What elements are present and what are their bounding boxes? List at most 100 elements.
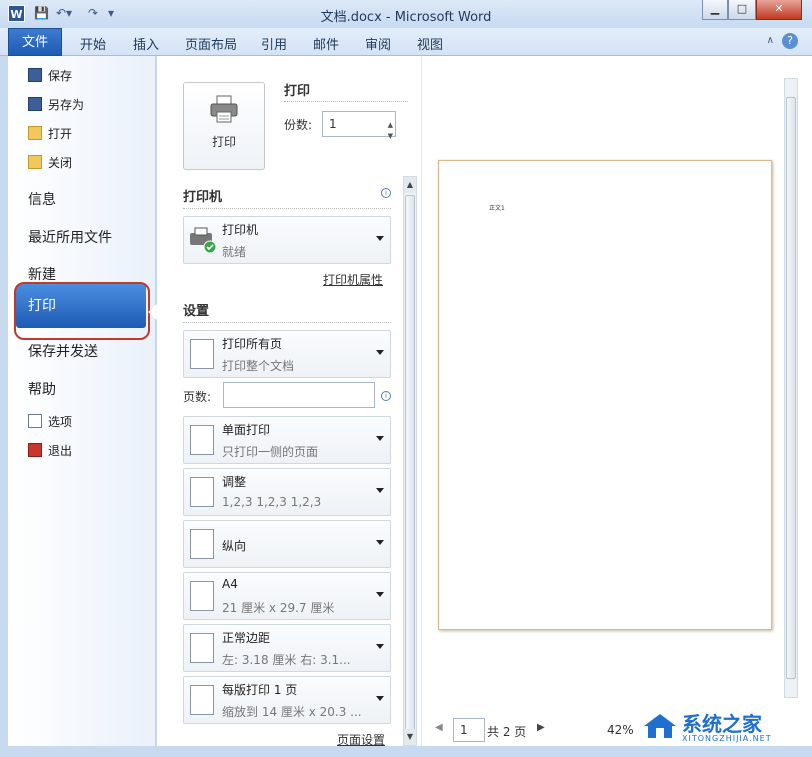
total-pages: 共 2 页 [487, 725, 527, 739]
ribbon-tabs: 文件 开始 插入 页面布局 引用 邮件 审阅 视图 ∧ ? [0, 28, 812, 56]
nav-save-send[interactable]: 保存并发送 [28, 341, 98, 361]
orientation-dropdown[interactable]: 纵向 [183, 520, 391, 568]
scroll-thumb[interactable] [786, 97, 796, 679]
printer-properties-link[interactable]: 打印机属性 [323, 271, 383, 288]
collate-dropdown[interactable]: 调整 1,2,3 1,2,3 1,2,3 [183, 468, 391, 516]
spin-down-icon[interactable]: ▼ [388, 124, 393, 148]
zoom-level: 42% [607, 723, 634, 737]
nav-label: 另存为 [48, 98, 85, 112]
print-section-title: 打印 [284, 84, 311, 99]
options-icon [28, 414, 42, 428]
chevron-down-icon [376, 592, 384, 597]
tab-file[interactable]: 文件 [8, 28, 62, 56]
nav-open[interactable]: 打开 [28, 124, 72, 144]
nav-info[interactable]: 信息 [28, 189, 56, 209]
pages-input[interactable] [223, 382, 375, 408]
setting-sub: 21 厘米 x 29.7 厘米 [222, 601, 335, 615]
setting-sub: 打印整个文档 [222, 359, 295, 373]
exit-icon [28, 443, 42, 457]
setting-title: A4 [222, 577, 238, 591]
preview-scrollbar[interactable] [784, 78, 798, 698]
site-watermark: 系统之家 XITONGZHIJIA.NET [636, 704, 812, 752]
setting-title: 打印所有页 [222, 337, 283, 351]
page-setup-link[interactable]: 页面设置 [337, 731, 385, 748]
portrait-icon [190, 529, 214, 559]
setting-title: 正常边距 [222, 631, 271, 645]
scroll-thumb[interactable] [405, 195, 415, 735]
chevron-down-icon [376, 350, 384, 355]
printer-dropdown[interactable]: 打印机 就绪 [183, 216, 391, 264]
chevron-down-icon [376, 236, 384, 241]
setting-title: 每版打印 1 页 [222, 683, 298, 697]
setting-sub: 左: 3.18 厘米 右: 3.1... [222, 653, 351, 667]
pages-per-sheet-dropdown[interactable]: 每版打印 1 页 缩放到 14 厘米 x 20.3 ... [183, 676, 391, 724]
print-button-label: 打印 [211, 135, 236, 149]
nav-label: 保存 [48, 69, 73, 83]
current-page-input[interactable]: 1 [453, 718, 485, 742]
maximize-icon[interactable]: □ [728, 0, 756, 20]
divider [183, 322, 391, 323]
tab-insert[interactable]: 插入 [133, 34, 159, 53]
ribbon-collapse-icon[interactable]: ∧ [767, 35, 774, 46]
settings-scrollbar[interactable]: ▲ ▼ [403, 176, 417, 746]
pages-icon [190, 339, 214, 369]
sides-dropdown[interactable]: 单面打印 只打印一侧的页面 [183, 416, 391, 464]
setting-title: 单面打印 [222, 423, 271, 437]
nav-options[interactable]: 选项 [28, 412, 72, 432]
backstage-nav: 保存 另存为 打开 关闭 信息 最近所用文件 新建 打印 保存并发送 帮助 选项… [8, 56, 156, 746]
divider [284, 101, 408, 102]
margins-dropdown[interactable]: 正常边距 左: 3.18 厘米 右: 3.1... [183, 624, 391, 672]
paper-size-dropdown[interactable]: A4 21 厘米 x 29.7 厘米 [183, 572, 391, 620]
nav-exit[interactable]: 退出 [28, 441, 72, 461]
copies-label: 份数: [284, 118, 313, 132]
title-bar: W 💾 ↶▾ ↷ ▾ 文档.docx - Microsoft Word ▁ □ … [0, 0, 812, 28]
printer-status: 就绪 [222, 245, 247, 259]
nav-label: 选项 [48, 415, 73, 429]
scroll-down-icon[interactable]: ▼ [404, 729, 416, 745]
minimize-icon[interactable]: ▁ [702, 0, 728, 20]
nav-help[interactable]: 帮助 [28, 379, 56, 399]
margins-icon [190, 633, 214, 663]
pages-per-sheet-icon [190, 685, 214, 715]
close-icon[interactable]: ✕ [756, 0, 802, 20]
nav-new[interactable]: 新建 [28, 264, 56, 284]
printer-name: 打印机 [222, 223, 259, 237]
setting-title: 纵向 [222, 539, 247, 553]
selected-pointer [148, 304, 157, 320]
tab-page-layout[interactable]: 页面布局 [185, 34, 237, 53]
tab-view[interactable]: 视图 [417, 34, 443, 53]
house-logo-icon [644, 714, 676, 738]
print-button[interactable]: 打印 [183, 82, 265, 170]
info-icon[interactable]: i [381, 391, 391, 401]
settings-section-title: 设置 [183, 304, 210, 319]
scroll-up-icon[interactable]: ▲ [404, 177, 416, 193]
nav-close[interactable]: 关闭 [28, 153, 72, 173]
next-page-icon[interactable]: ▶ [537, 722, 545, 733]
printer-icon [210, 95, 238, 123]
tab-references[interactable]: 引用 [261, 34, 287, 53]
copies-value: 1 [329, 117, 337, 131]
setting-sub: 1,2,3 1,2,3 1,2,3 [222, 495, 322, 509]
folder-open-icon [28, 126, 42, 140]
folder-close-icon [28, 155, 42, 169]
tab-review[interactable]: 审阅 [365, 34, 391, 53]
tab-mailings[interactable]: 邮件 [313, 34, 339, 53]
nav-label: 退出 [48, 444, 73, 458]
divider [183, 208, 391, 209]
help-icon[interactable]: ? [782, 33, 798, 49]
copies-field[interactable]: 1 ▲ ▼ [322, 111, 396, 140]
prev-page-icon[interactable]: ◀ [435, 722, 443, 733]
chevron-down-icon [376, 696, 384, 701]
print-range-dropdown[interactable]: 打印所有页 打印整个文档 [183, 330, 391, 378]
info-icon[interactable]: i [381, 188, 391, 198]
preview-text: 正文1 [489, 205, 505, 212]
pages-label: 页数: [183, 390, 212, 404]
preview-page: 正文1 [438, 160, 772, 630]
save-icon [28, 68, 42, 82]
setting-title: 调整 [222, 475, 247, 489]
nav-save-as[interactable]: 另存为 [28, 95, 84, 115]
watermark-url: XITONGZHIJIA.NET [682, 734, 772, 743]
tab-home[interactable]: 开始 [80, 34, 106, 53]
nav-recent[interactable]: 最近所用文件 [28, 227, 112, 247]
nav-save[interactable]: 保存 [28, 66, 72, 86]
